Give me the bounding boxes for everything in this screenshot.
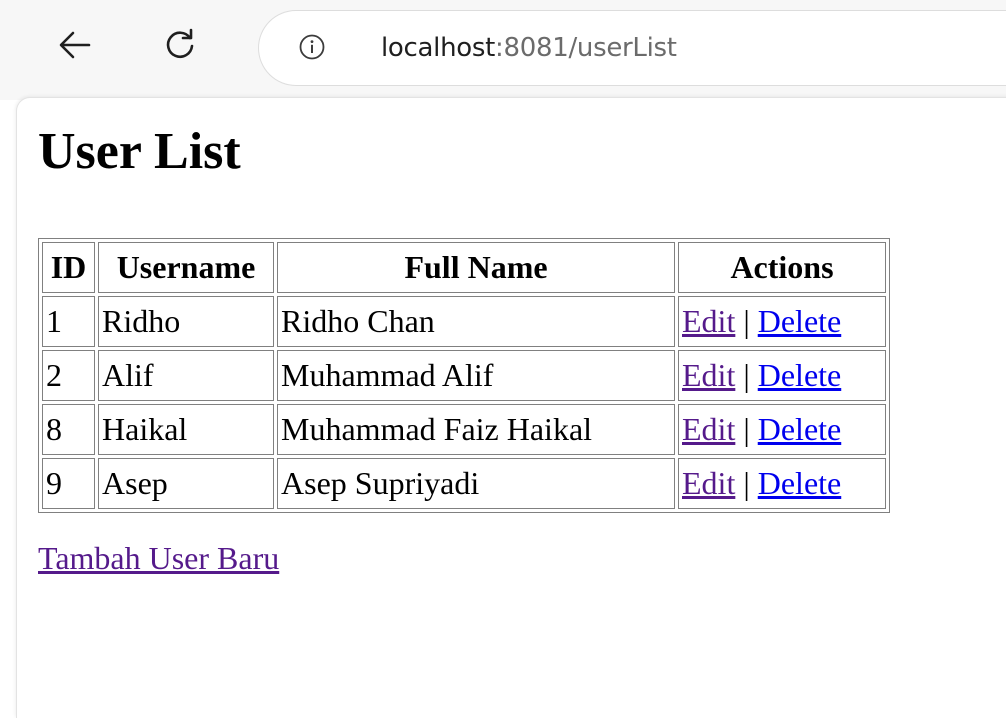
cell-id: 1 <box>42 296 95 347</box>
table-row: 1 Ridho Ridho Chan Edit | Delete <box>42 296 886 347</box>
header-username: Username <box>98 242 274 293</box>
table-row: 8 Haikal Muhammad Faiz Haikal Edit | Del… <box>42 404 886 455</box>
info-icon[interactable] <box>299 34 325 60</box>
users-table: ID Username Full Name Actions 1 Ridho Ri… <box>38 238 890 513</box>
cell-actions: Edit | Delete <box>678 350 886 401</box>
edit-link[interactable]: Edit <box>682 465 735 501</box>
action-separator: | <box>743 357 750 393</box>
cell-id: 2 <box>42 350 95 401</box>
table-row: 2 Alif Muhammad Alif Edit | Delete <box>42 350 886 401</box>
edit-link[interactable]: Edit <box>682 303 735 339</box>
action-separator: | <box>743 411 750 447</box>
url-path: :8081/userList <box>495 33 677 63</box>
delete-link[interactable]: Delete <box>758 303 842 339</box>
cell-actions: Edit | Delete <box>678 458 886 509</box>
cell-username: Alif <box>98 350 274 401</box>
cell-actions: Edit | Delete <box>678 404 886 455</box>
browser-toolbar: localhost:8081/userList <box>0 0 1006 100</box>
url-host: localhost <box>381 33 496 63</box>
table-row: 9 Asep Asep Supriyadi Edit | Delete <box>42 458 886 509</box>
delete-link[interactable]: Delete <box>758 465 842 501</box>
cell-username: Asep <box>98 458 274 509</box>
delete-link[interactable]: Delete <box>758 411 842 447</box>
header-actions: Actions <box>678 242 886 293</box>
page-viewport: User List ID Username Full Name Actions … <box>16 97 1006 718</box>
action-separator: | <box>743 303 750 339</box>
back-arrow-icon <box>59 31 91 59</box>
cell-full-name: Ridho Chan <box>277 296 675 347</box>
cell-id: 9 <box>42 458 95 509</box>
reload-icon <box>166 28 194 59</box>
cell-id: 8 <box>42 404 95 455</box>
reload-button[interactable] <box>155 20 205 70</box>
back-button[interactable] <box>50 20 100 70</box>
cell-full-name: Asep Supriyadi <box>277 458 675 509</box>
url-text[interactable]: localhost:8081/userList <box>381 31 677 65</box>
cell-username: Haikal <box>98 404 274 455</box>
table-header-row: ID Username Full Name Actions <box>42 242 886 293</box>
edit-link[interactable]: Edit <box>682 357 735 393</box>
add-user-link[interactable]: Tambah User Baru <box>38 538 279 578</box>
delete-link[interactable]: Delete <box>758 357 842 393</box>
page-title: User List <box>38 123 241 180</box>
header-full-name: Full Name <box>277 242 675 293</box>
address-bar[interactable]: localhost:8081/userList <box>258 10 1006 86</box>
cell-full-name: Muhammad Alif <box>277 350 675 401</box>
cell-actions: Edit | Delete <box>678 296 886 347</box>
cell-username: Ridho <box>98 296 274 347</box>
cell-full-name: Muhammad Faiz Haikal <box>277 404 675 455</box>
edit-link[interactable]: Edit <box>682 411 735 447</box>
action-separator: | <box>743 465 750 501</box>
header-id: ID <box>42 242 95 293</box>
